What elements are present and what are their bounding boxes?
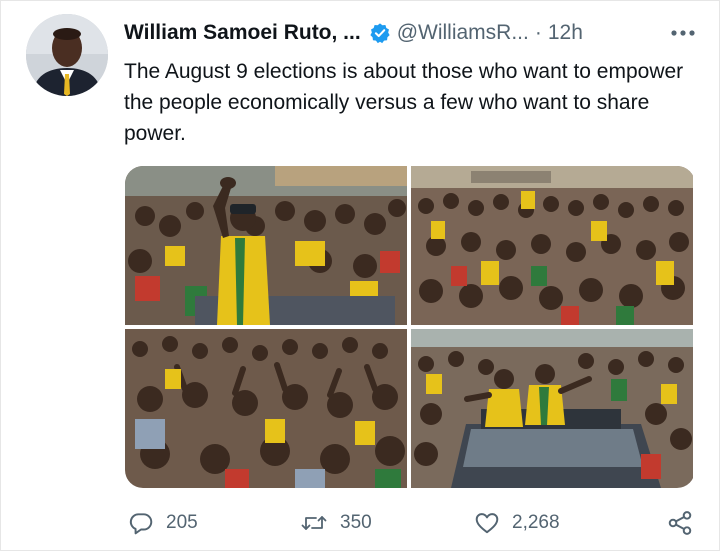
verified-badge-icon — [369, 22, 391, 44]
author-name[interactable]: William Samoei Ruto, ... — [124, 21, 361, 45]
rally-photo-car-sunroof-icon — [411, 329, 693, 488]
like-button[interactable]: 2,268 — [474, 506, 560, 540]
retweet-icon — [301, 516, 327, 530]
avatar[interactable] — [26, 14, 108, 96]
author-handle[interactable]: @WilliamsR... — [397, 21, 529, 45]
rally-photo-crowd-waving-icon — [125, 329, 407, 488]
photo-1[interactable] — [125, 166, 407, 325]
photo-3[interactable] — [125, 329, 407, 488]
tweet-header: William Samoei Ruto, ... @WilliamsR... ·… — [124, 18, 696, 48]
reply-button[interactable]: 205 — [128, 506, 198, 540]
rally-photo-speaker-icon — [125, 166, 407, 325]
separator-dot: · — [534, 21, 542, 44]
more-icon — [671, 30, 695, 36]
heart-icon — [475, 513, 499, 534]
retweet-button[interactable]: 350 — [300, 506, 372, 540]
rally-photo-crowd-icon — [411, 166, 693, 325]
photo-4[interactable] — [411, 329, 693, 488]
reply-icon — [129, 513, 153, 535]
share-button[interactable] — [666, 506, 694, 540]
tweet-text: The August 9 elections is about those wh… — [124, 60, 684, 145]
share-icon — [668, 511, 692, 535]
like-count: 2,268 — [512, 512, 560, 533]
more-options-button[interactable] — [668, 18, 698, 48]
retweet-count: 350 — [340, 512, 372, 533]
timestamp[interactable]: 12h — [548, 21, 583, 45]
profile-picture — [26, 14, 108, 96]
tweet-actions: 205 350 2,268 — [124, 506, 698, 540]
reply-count: 205 — [166, 512, 198, 533]
photo-2[interactable] — [411, 166, 693, 325]
media-grid — [125, 166, 695, 488]
